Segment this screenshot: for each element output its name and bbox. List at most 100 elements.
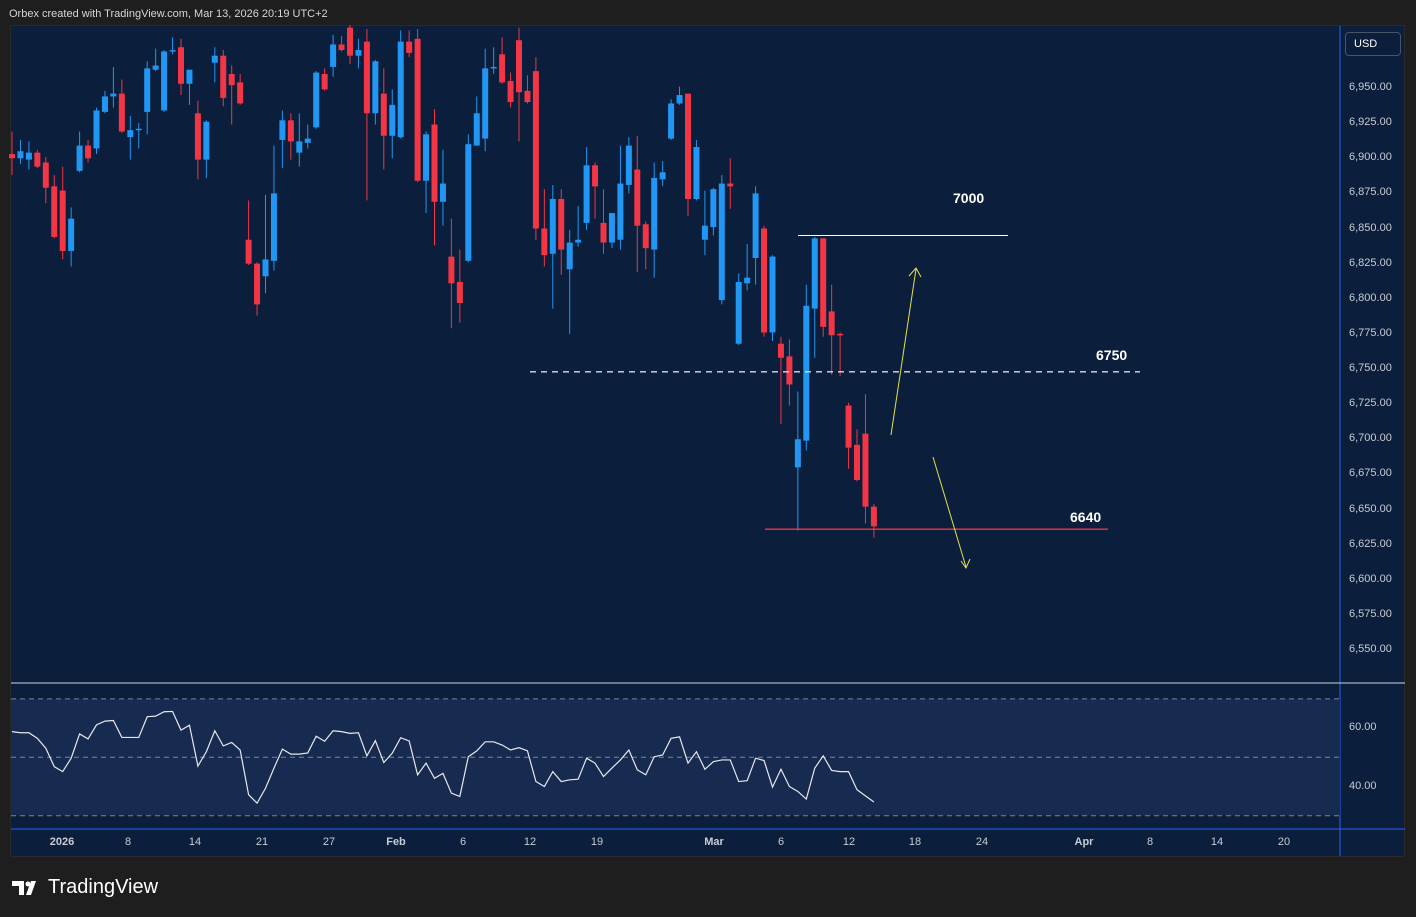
candle-up [668,103,675,139]
candle-down [237,82,244,104]
price-axis-label: 6,625.00 [1349,537,1392,550]
candle-up [372,61,379,114]
time-axis-label: 27 [322,836,336,848]
candle-up [135,128,142,131]
candle-down [516,40,522,93]
candle-up [169,50,176,52]
candle-down [507,80,514,103]
candle-up [161,51,168,111]
candle-up [355,50,362,56]
candle-up [566,242,573,270]
candle-up [439,183,446,202]
candle-up [465,144,472,261]
price-axis-label: 6,800.00 [1349,291,1392,304]
candle-down [118,93,125,132]
price-axis-label: 6,575.00 [1349,607,1392,620]
time-axis-label: 8 [1146,836,1154,848]
candle-up [203,121,210,160]
candle-down [828,311,835,336]
tradingview-logo-icon [12,880,36,895]
down-arrow-icon [932,456,967,568]
price-axis-label: 6,650.00 [1349,502,1392,515]
candle-up [211,55,218,63]
candle-down [42,162,49,188]
candle-down [228,73,235,86]
candle-up [710,189,717,228]
candle-down [592,165,599,187]
candle-down [245,239,252,264]
candle-down [414,38,421,181]
candle-down [220,55,227,98]
price-axis-label: 6,825.00 [1349,256,1392,269]
candle-up [304,138,311,143]
candle-up [676,95,683,104]
price-axis-label: 6,925.00 [1349,116,1392,129]
candle-up [575,239,582,243]
time-axis-label: Mar [704,836,724,848]
time-axis-label: 2026 [49,836,75,848]
candle-up [423,134,430,181]
candle-up [152,65,159,70]
time-axis-label: 12 [842,836,856,848]
candle-up [794,439,801,468]
price-axis-label: 6,950.00 [1349,81,1392,93]
candle-down [854,444,860,480]
candle-up [186,69,193,84]
candle-up [744,277,751,284]
candle-down [347,27,353,56]
price-axis-label: 6,725.00 [1349,397,1392,410]
candle-down [338,44,345,51]
candle-down [321,73,328,90]
candle-up [93,110,100,149]
time-axis-label: 6 [459,836,467,848]
time-axis-label: 18 [908,836,922,848]
candle-up [617,183,624,240]
candle-down [642,224,649,249]
time-axis-label: 24 [975,836,989,848]
candle-down [761,228,768,333]
candle-up [17,151,24,159]
time-axis-label: 6 [777,836,785,848]
candle-up [110,93,117,97]
candle-up [473,113,480,146]
currency-button[interactable]: USD [1345,32,1401,56]
candle-down [558,198,565,250]
candle-down [820,238,827,327]
candle-down [194,113,201,160]
candle-up [490,66,497,69]
candle-down [727,183,734,187]
rsi-axis-label: 40.00 [1349,779,1377,792]
candle-down [777,343,784,358]
chart-canvas[interactable] [0,0,1416,917]
price-axis-label: 6,775.00 [1349,326,1392,339]
candle-up [279,120,286,140]
candle-up [735,281,742,344]
candle-up [68,218,75,251]
candle-down [254,263,261,305]
candle-up [752,193,759,259]
candle-up [76,145,83,171]
candle-down [448,256,455,284]
candle-up [313,72,320,128]
time-axis-label: 19 [590,836,604,848]
support-level-label: 6640 [1070,509,1102,525]
candle-down [541,228,548,256]
candle-down [685,93,691,199]
candle-down [34,152,41,167]
price-axis-label: 6,675.00 [1349,467,1392,480]
price-axis-label: 6,850.00 [1349,221,1392,234]
candle-up [811,238,818,309]
candle-up [101,96,108,112]
price-axis-label: 6,600.00 [1349,572,1392,585]
time-axis-label: 20 [1277,836,1291,848]
candle-down [456,281,463,303]
time-axis-label: 14 [188,836,202,848]
logo-text: TradingView [48,876,159,898]
candle-down [51,186,58,237]
time-axis-label: 14 [1210,836,1224,848]
candle-up [397,41,404,138]
price-axis-label: 6,900.00 [1349,151,1392,164]
candle-up [693,147,700,199]
candle-down [85,145,92,159]
price-axis-label: 6,750.00 [1349,362,1392,374]
